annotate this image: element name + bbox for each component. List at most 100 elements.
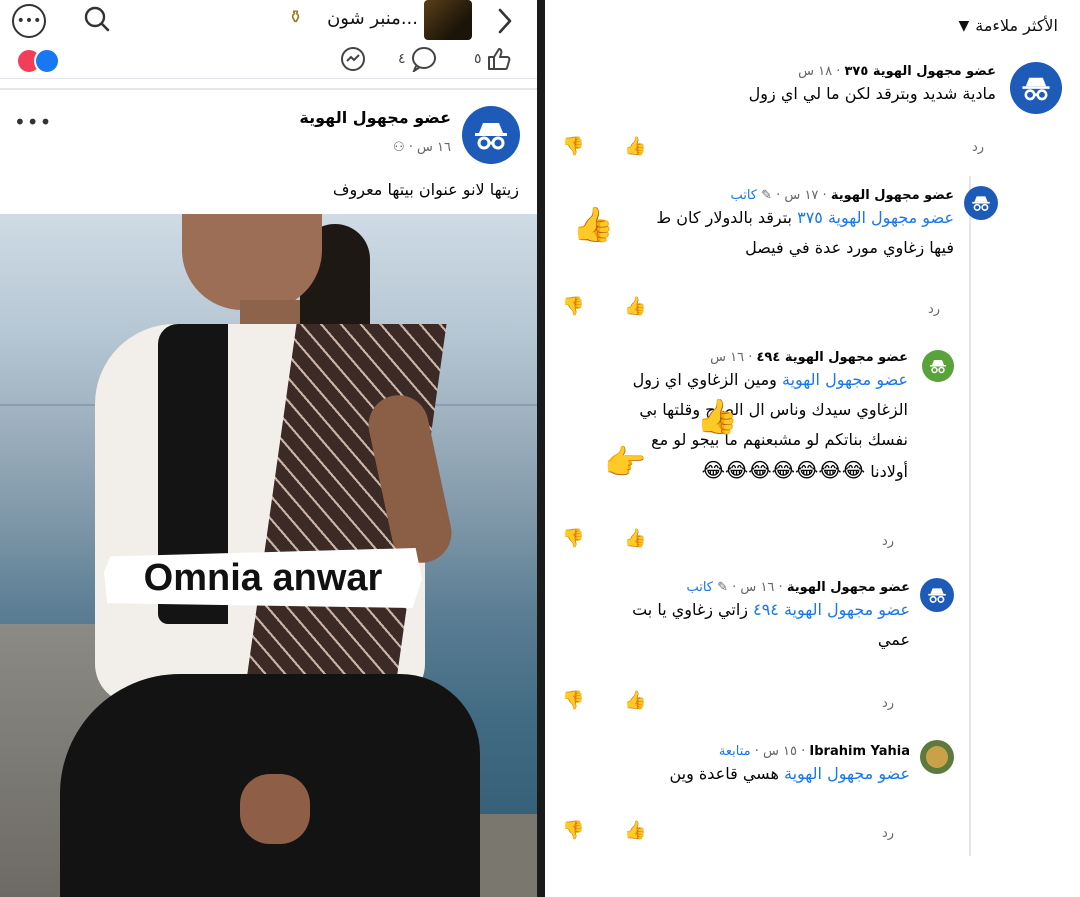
post-timestamp: ١٦ س · ⚇ — [393, 140, 451, 155]
comment-header: عضو مجهول الهوية ٣٧٥ · ١٨ س — [749, 64, 996, 79]
comment-text: عضو مجهول الهوية ٣٧٥ بترقد بالدولار كان … — [656, 203, 954, 233]
comment-time: · ١٨ س — [798, 64, 841, 79]
reactions-summary[interactable] — [16, 48, 66, 74]
comment-text: عضو مجهول الهوية ٤٩٤ زاتي زغاوي يا بت — [632, 595, 910, 625]
anonymous-avatar[interactable] — [462, 106, 520, 164]
comment-text: مادية شديد وبترقد لكن ما لي اي زول — [748, 84, 996, 103]
like-reaction-icon — [34, 48, 60, 74]
comment-author[interactable]: عضو مجهول الهوية — [787, 580, 910, 595]
comment: عضو مجهول الهوية · ١٦ س · ✎ كاتب عضو مجه… — [632, 580, 910, 655]
thumbs-down-icon[interactable]: 👎 — [562, 690, 584, 711]
comment-line-end: أولادنا — [870, 462, 908, 481]
comment-count: ٤ — [398, 51, 406, 67]
post-author-name[interactable]: عضو مجهول الهوية — [299, 108, 451, 127]
comment-line: أولادنا 😂😂😂😂😂😂😂 — [633, 455, 908, 487]
comment-header: عضو مجهول الهوية ٤٩٤ · ١٦ س — [633, 350, 908, 365]
comment: Ibrahim Yahia · ١٥ س · متابعة عضو مجهول … — [669, 744, 910, 789]
reply-button[interactable]: رد — [882, 534, 894, 549]
pointing-hand-emoji: 👉 — [604, 443, 647, 483]
comment-mention[interactable]: عضو مجهول الهوية ٣٧٥ — [797, 208, 954, 227]
thumbs-down-icon[interactable]: 👎 — [562, 136, 584, 157]
user-avatar[interactable] — [920, 740, 954, 774]
comment-time: · ١٦ س · — [732, 580, 783, 595]
comment-line: هسي قاعدة وين — [669, 764, 779, 783]
sort-label: الأكثر ملاءمة — [975, 16, 1058, 35]
comment-author[interactable]: عضو مجهول الهوية ٤٩٤ — [757, 350, 909, 365]
comment-line: زاتي زغاوي يا بت — [632, 600, 749, 619]
search-icon[interactable] — [82, 4, 112, 34]
incognito-icon — [930, 360, 946, 374]
thumbs-down-icon[interactable]: 👎 — [562, 820, 584, 841]
comment-author[interactable]: Ibrahim Yahia — [809, 744, 910, 759]
anonymous-avatar[interactable] — [964, 186, 998, 220]
anonymous-avatar[interactable] — [922, 350, 954, 382]
messenger-share-button[interactable] — [340, 46, 366, 72]
comment: عضو مجهول الهوية · ١٧ س · ✎ كاتب عضو مجه… — [656, 188, 954, 263]
page-title[interactable]: منبر شون... — [318, 8, 418, 29]
comment: عضو مجهول الهوية ٤٩٤ · ١٦ س عضو مجهول ال… — [633, 350, 908, 487]
photo-face — [182, 214, 322, 310]
comment-line: فيها زغاوي مورد عدة في فيصل — [745, 238, 954, 257]
more-options-button[interactable]: ••• — [12, 4, 46, 38]
comment-text: عضو مجهول الهوية هسي قاعدة وين — [669, 759, 910, 789]
comment-line: بترقد بالدولار كان ط — [656, 208, 793, 227]
comment-reaction-row: 👎 👍 — [562, 528, 647, 549]
anonymous-avatar[interactable] — [920, 578, 954, 612]
reply-button[interactable]: رد — [928, 302, 940, 317]
post-panel: ••• ⚱ منبر شون... ٤ ٥ ••• عضو مجهول الهو — [0, 0, 537, 897]
comment-author[interactable]: عضو مجهول الهوية — [831, 188, 954, 203]
post-body-text: زيتها لانو عنوان بيتها معروف — [332, 180, 519, 199]
comment-sort-dropdown[interactable]: الأكثر ملاءمة ▼ — [959, 16, 1059, 35]
watermark-text: Omnia anwar — [143, 556, 383, 599]
thumbs-down-icon[interactable]: 👎 — [562, 528, 584, 549]
comment-time: · ١٧ س · — [776, 188, 827, 203]
thumbs-up-icon[interactable]: 👍 — [624, 528, 646, 549]
post-time-text: ١٦ س · — [408, 140, 451, 155]
photo-hand — [240, 774, 310, 844]
thumbs-up-icon[interactable]: 👍 — [624, 136, 646, 157]
thumbs-up-icon[interactable]: 👍 — [624, 690, 646, 711]
thumbs-down-icon[interactable]: 👎 — [562, 296, 584, 317]
comment-reaction-row: 👎 👍 — [562, 296, 647, 317]
comment-mention[interactable]: عضو مجهول الهوية ٤٩٤ — [753, 600, 910, 619]
anonymous-avatar[interactable] — [1010, 62, 1062, 114]
thumbs-up-icon[interactable]: 👍 — [624, 820, 646, 841]
reply-button[interactable]: رد — [972, 140, 984, 155]
comment-author[interactable]: عضو مجهول الهوية ٣٧٥ — [845, 64, 997, 79]
comment-reaction-row: 👎 👍 — [562, 690, 647, 711]
comment-button[interactable]: ٤ — [398, 46, 438, 72]
follow-button[interactable]: متابعة — [719, 744, 751, 759]
back-chevron-icon[interactable] — [490, 6, 520, 36]
reply-button[interactable]: رد — [882, 826, 894, 841]
like-button[interactable]: ٥ — [474, 46, 512, 72]
top-bar: ••• ⚱ منبر شون... — [0, 0, 537, 42]
comment-time: · ١٦ س — [710, 350, 753, 365]
comment-line: الزغاوي سيدك وناس ال الصاح وقلتها بي — [639, 400, 908, 419]
reply-button[interactable]: رد — [882, 696, 894, 711]
divider — [0, 88, 537, 90]
comment-mention[interactable]: عضو مجهول الهوية — [784, 764, 910, 783]
verified-badge-icon: ⚱ — [288, 7, 304, 28]
thumbs-up-emoji: 👍 — [696, 397, 739, 437]
comment-time: · ١٥ س · — [754, 744, 806, 759]
author-badge: كاتب — [686, 580, 713, 595]
author-badge: كاتب — [730, 188, 757, 203]
post-action-bar: ٤ ٥ — [0, 42, 537, 79]
like-count: ٥ — [474, 51, 482, 67]
comment-text: عضو مجهول الهوية ومين الزغاوي اي زول — [633, 365, 908, 395]
comment-reaction-row: 👎 👍 — [562, 820, 647, 841]
comment-line: ومين الزغاوي اي زول — [632, 370, 777, 389]
pencil-icon: ✎ — [761, 188, 773, 203]
comment-mention[interactable]: عضو مجهول الهوية — [782, 370, 908, 389]
post-menu-button[interactable]: ••• — [14, 110, 52, 134]
post-photo[interactable]: Omnia anwar — [0, 214, 537, 897]
thumbs-up-icon[interactable]: 👍 — [624, 296, 646, 317]
page-avatar[interactable] — [424, 0, 472, 40]
laughing-emojis: 😂😂😂😂😂😂😂 — [701, 458, 866, 482]
messenger-icon — [341, 47, 365, 71]
privacy-group-icon: ⚇ — [392, 140, 405, 155]
incognito-icon — [928, 588, 946, 603]
chevron-down-icon: ▼ — [958, 17, 970, 34]
comment-reaction-row: 👎 👍 — [562, 136, 647, 157]
comment-header: عضو مجهول الهوية · ١٧ س · ✎ كاتب — [656, 188, 954, 203]
